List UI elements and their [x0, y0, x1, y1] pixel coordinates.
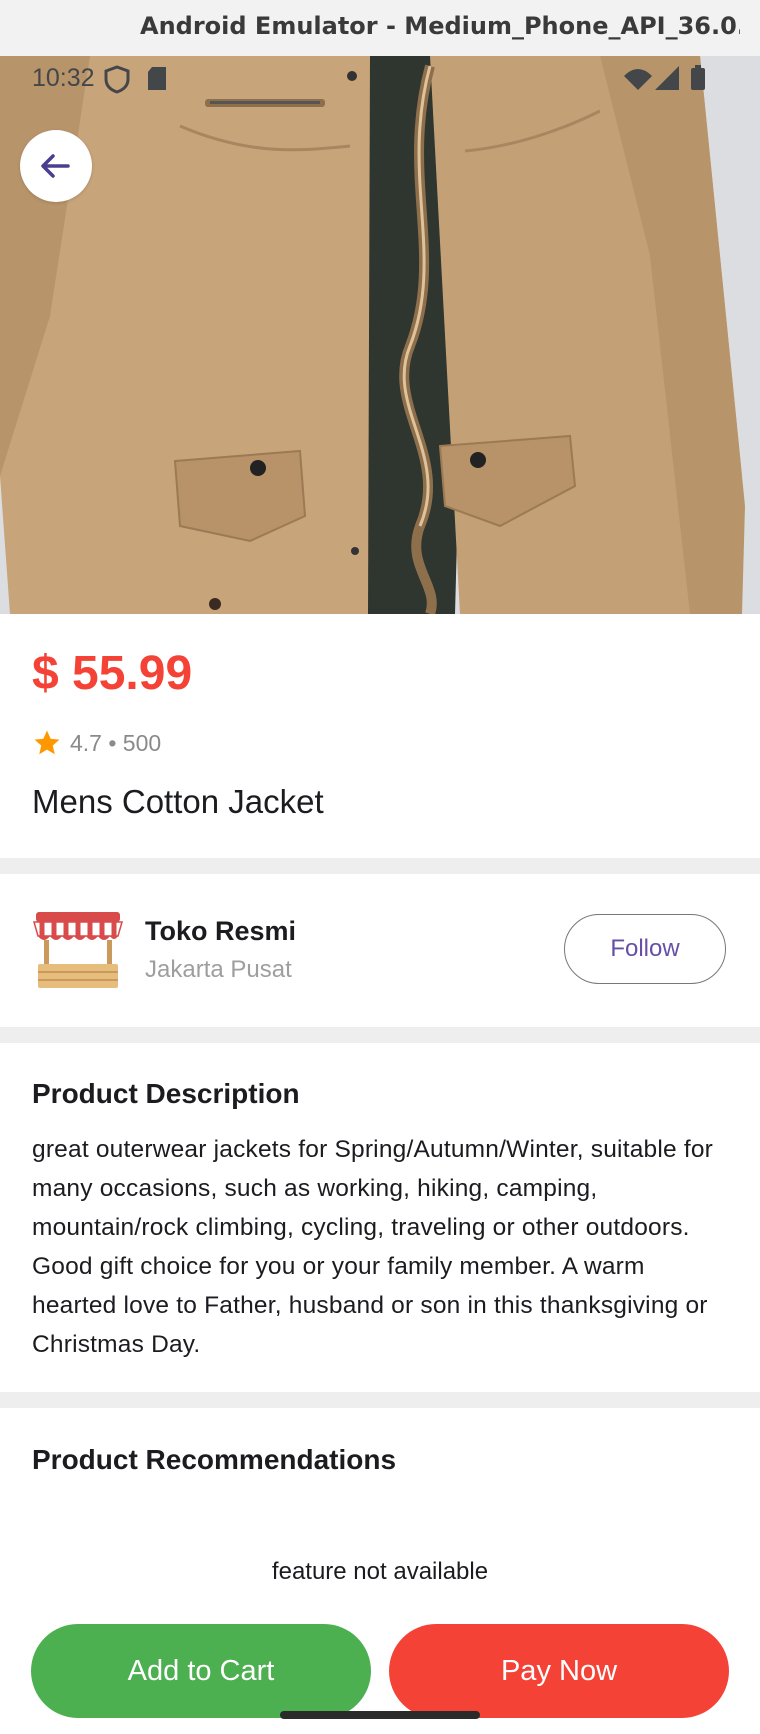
- wifi-icon: [624, 69, 652, 90]
- description-heading: Product Description: [32, 1078, 300, 1109]
- back-button[interactable]: [20, 130, 92, 202]
- seller-location: Jakarta Pusat: [145, 956, 292, 983]
- section-divider: [0, 1027, 760, 1043]
- arrow-back-icon: [41, 154, 70, 178]
- signal-icon: [655, 66, 679, 90]
- store-logo: [33, 912, 123, 988]
- seller-name: Toko Resmi: [145, 916, 297, 946]
- product-title: Mens Cotton Jacket: [32, 783, 324, 820]
- section-divider: [0, 1392, 760, 1408]
- section-divider: [0, 858, 760, 874]
- product-price: $ 55.99: [32, 647, 193, 700]
- recommendations-heading: Product Recommendations: [32, 1444, 397, 1475]
- product-image: [0, 56, 760, 614]
- description-text: great outerwear jackets for Spring/Autum…: [32, 1136, 714, 1358]
- rating-text: 4.7 • 500: [70, 729, 162, 756]
- star-icon: [34, 730, 60, 755]
- add-to-cart-button[interactable]: Add to Cart: [31, 1624, 371, 1718]
- follow-button[interactable]: Follow: [564, 914, 726, 984]
- sd-card-icon: [148, 67, 166, 90]
- jacket-photo: [0, 56, 760, 614]
- product-rating: 4.7 • 500: [32, 728, 161, 758]
- battery-icon: [691, 65, 705, 90]
- status-icons: [104, 65, 705, 94]
- recommendations-message: feature not available: [271, 1558, 489, 1585]
- gesture-home-indicator[interactable]: [280, 1711, 480, 1719]
- shield-icon: [104, 65, 130, 94]
- pay-now-button[interactable]: Pay Now: [389, 1624, 729, 1718]
